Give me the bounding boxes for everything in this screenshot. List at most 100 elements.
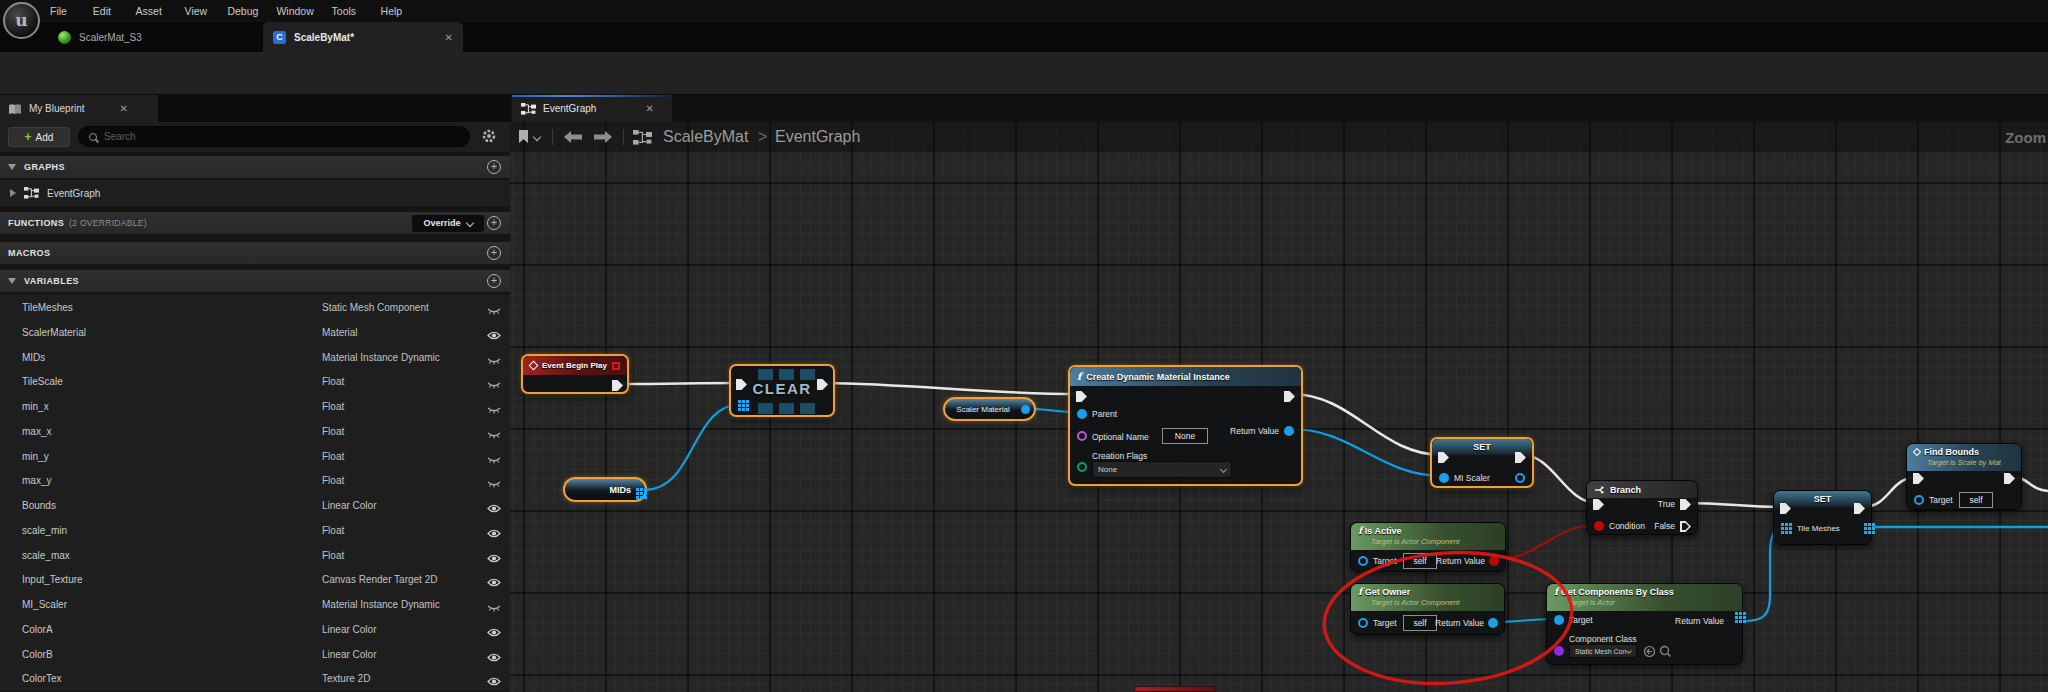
visibility-on-icon[interactable] xyxy=(487,525,501,543)
creation-flags-dropdown[interactable]: None xyxy=(1092,461,1232,478)
override-dropdown[interactable]: Override xyxy=(412,215,484,232)
asset-tab-scalermat-s3[interactable]: ScalerMat_S3 xyxy=(48,22,152,52)
return-value-pin[interactable] xyxy=(1489,556,1499,566)
sidebar-item-eventgraph[interactable]: EventGraph xyxy=(0,180,510,206)
close-tab-icon[interactable]: ✕ xyxy=(445,32,453,43)
visibility-on-icon[interactable] xyxy=(487,624,501,642)
node-get-mids[interactable]: MIDs xyxy=(563,477,647,502)
node-event-partial[interactable] xyxy=(1134,686,1216,692)
visibility-on-icon[interactable] xyxy=(487,649,501,667)
visibility-on-icon[interactable] xyxy=(487,327,501,345)
node-is-active[interactable]: f Is ActiveTarget is Actor Component Tar… xyxy=(1350,522,1506,572)
visibility-off-icon[interactable] xyxy=(487,451,501,469)
variable-row-max_y[interactable]: max_yFloat xyxy=(0,468,510,493)
variable-row-colora[interactable]: ColorALinear Color xyxy=(0,617,510,642)
add-function-icon[interactable]: + xyxy=(487,216,501,230)
menu-window[interactable]: Window xyxy=(274,0,315,22)
exec-in-pin[interactable] xyxy=(1593,499,1604,510)
tile-meshes-in-pin[interactable] xyxy=(1781,523,1784,526)
close-panel-icon[interactable]: ✕ xyxy=(120,103,128,114)
variable-row-scale_max[interactable]: scale_maxFloat xyxy=(0,543,510,568)
node-event-begin-play[interactable]: Event Begin Play xyxy=(521,354,629,394)
add-button[interactable]: +Add xyxy=(8,127,70,147)
variable-row-max_x[interactable]: max_xFloat xyxy=(0,419,510,444)
true-exec-pin[interactable] xyxy=(1680,499,1691,510)
node-set-tile-meshes[interactable]: SET Tile Meshes xyxy=(1773,490,1872,545)
add-variable-icon[interactable]: + xyxy=(487,274,501,288)
visibility-on-icon[interactable] xyxy=(487,673,501,691)
parent-pin[interactable] xyxy=(1077,409,1087,419)
target-pin[interactable] xyxy=(1358,556,1368,566)
optional-name-pin[interactable] xyxy=(1077,431,1087,441)
back-arrow-icon[interactable] xyxy=(562,122,584,152)
return-value-pin[interactable] xyxy=(1284,426,1294,436)
menu-file[interactable]: File xyxy=(48,0,69,22)
array-target-pin[interactable] xyxy=(738,400,741,403)
visibility-off-icon[interactable] xyxy=(487,401,501,419)
node-get-components-by-class[interactable]: f Get Components By ClassTarget is Actor… xyxy=(1546,583,1743,665)
optional-name-field[interactable]: None xyxy=(1162,428,1208,444)
target-field[interactable]: self xyxy=(1959,492,1993,508)
visibility-on-icon[interactable] xyxy=(487,500,501,518)
variable-row-colorb[interactable]: ColorBLinear Color xyxy=(0,642,510,667)
add-graph-icon[interactable]: + xyxy=(487,160,501,174)
return-value-pin[interactable] xyxy=(1488,618,1498,628)
breadcrumb-root[interactable]: ScaleByMat xyxy=(663,122,748,152)
menu-tools[interactable]: Tools xyxy=(330,0,359,22)
variable-row-tilemeshes[interactable]: TileMeshesStatic Mesh Component xyxy=(0,295,510,320)
target-field[interactable]: self xyxy=(1403,615,1437,631)
exec-out-pin[interactable] xyxy=(612,380,623,391)
variable-row-input_texture[interactable]: Input_TextureCanvas Render Target 2D xyxy=(0,567,510,592)
node-find-bounds[interactable]: Find BoundsTarget is Scale by Mat Target… xyxy=(1906,443,2022,510)
mi-scaler-in-pin[interactable] xyxy=(1439,473,1449,483)
visibility-off-icon[interactable] xyxy=(487,302,501,320)
blueprint-canvas[interactable]: Event Begin Play CLEAR MIDs Scaler Mater… xyxy=(510,122,2048,692)
component-class-pin[interactable] xyxy=(1554,646,1564,656)
search-class-icon[interactable] xyxy=(1659,644,1672,662)
material-out-pin[interactable] xyxy=(1021,405,1030,414)
target-field[interactable]: self xyxy=(1403,553,1437,569)
node-get-scaler-material[interactable]: Scaler Material xyxy=(943,397,1036,421)
visibility-off-icon[interactable] xyxy=(487,599,501,617)
graphs-section-header[interactable]: GRAPHS + xyxy=(0,156,510,178)
variable-row-scale_min[interactable]: scale_minFloat xyxy=(0,518,510,543)
visibility-on-icon[interactable] xyxy=(487,574,501,592)
node-get-owner[interactable]: f Get OwnerTarget is Actor Component Tar… xyxy=(1350,583,1505,635)
menu-view[interactable]: View xyxy=(183,0,210,22)
menu-edit[interactable]: Edit xyxy=(91,0,113,22)
variables-section-header[interactable]: VARIABLES + xyxy=(0,270,510,292)
bookmark-icon[interactable] xyxy=(518,122,540,152)
eventgraph-tab[interactable]: EventGraph ✕ xyxy=(512,95,672,122)
condition-pin[interactable] xyxy=(1594,521,1604,531)
exec-out-pin[interactable] xyxy=(1284,391,1295,402)
exec-out-pin[interactable] xyxy=(2004,473,2015,484)
menu-debug[interactable]: Debug xyxy=(225,0,260,22)
functions-section-header[interactable]: FUNCTIONS(2 OVERRIDABLE) Override + xyxy=(0,212,510,234)
variable-row-scalermaterial[interactable]: ScalerMaterialMaterial xyxy=(0,320,510,345)
visibility-off-icon[interactable] xyxy=(487,426,501,444)
mi-scaler-out-pin[interactable] xyxy=(1515,473,1525,483)
visibility-on-icon[interactable] xyxy=(487,550,501,568)
variable-row-mi_scaler[interactable]: MI_ScalerMaterial Instance Dynamic xyxy=(0,592,510,617)
return-value-pin[interactable] xyxy=(1735,612,1738,615)
creation-flags-pin[interactable] xyxy=(1077,462,1087,472)
panel-settings-icon[interactable] xyxy=(481,128,497,148)
close-graph-tab-icon[interactable]: ✕ xyxy=(645,103,653,114)
false-exec-pin[interactable] xyxy=(1680,521,1691,532)
target-pin[interactable] xyxy=(1914,495,1924,505)
node-create-dynamic-material-instance[interactable]: fCreate Dynamic Material Instance Parent… xyxy=(1068,365,1303,486)
exec-in-pin[interactable] xyxy=(1076,391,1087,402)
target-pin[interactable] xyxy=(1358,618,1368,628)
node-branch[interactable]: Branch True Condition False xyxy=(1586,480,1698,535)
visibility-off-icon[interactable] xyxy=(487,475,501,493)
exec-in-pin[interactable] xyxy=(1913,473,1924,484)
breadcrumb-leaf[interactable]: EventGraph xyxy=(775,122,860,152)
add-macro-icon[interactable]: + xyxy=(487,246,501,260)
visibility-off-icon[interactable] xyxy=(487,376,501,394)
my-blueprint-tab[interactable]: My Blueprint ✕ xyxy=(0,95,158,122)
variable-row-min_y[interactable]: min_yFloat xyxy=(0,444,510,469)
variable-row-colortex[interactable]: ColorTexTexture 2D xyxy=(0,666,510,691)
unreal-logo-icon[interactable]: u xyxy=(3,2,40,39)
node-clear-array[interactable]: CLEAR xyxy=(729,364,835,417)
forward-arrow-icon[interactable] xyxy=(592,122,614,152)
